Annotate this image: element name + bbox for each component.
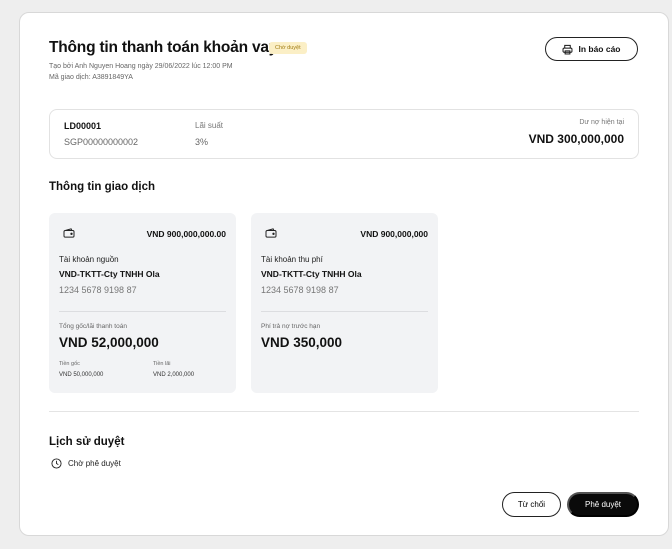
interest-amount-value: VND 2,000,000 [153, 372, 195, 378]
status-badge: Chờ duyệt [269, 42, 307, 54]
payment-details-card: Thông tin thanh toán khoản vay Chờ duyệt… [19, 12, 669, 536]
transaction-id-text: Mã giao dịch: A3891849YA [49, 74, 133, 81]
approve-button[interactable]: Phê duyệt [567, 492, 639, 517]
reject-button[interactable]: Từ chối [502, 492, 561, 517]
wallet-icon [265, 228, 277, 238]
approval-status-label: Chờ phê duyệt [68, 459, 121, 468]
source-account-number: 1234 5678 9198 87 [59, 285, 137, 295]
source-amount: VND 900,000,000.00 [146, 229, 226, 239]
source-account-label: Tài khoản nguồn [59, 255, 119, 264]
total-label: Tổng gốc/lãi thanh toán [59, 323, 127, 330]
printer-icon [563, 44, 573, 54]
history-section-title: Lịch sử duyệt [49, 436, 125, 448]
early-fee-label: Phí trả nợ trước hạn [261, 323, 321, 330]
fee-amount: VND 900,000,000 [360, 229, 428, 239]
fee-account-number: 1234 5678 9198 87 [261, 285, 339, 295]
loan-account: SGP00000000002 [64, 137, 139, 147]
interest-label: Lãi suất [195, 121, 224, 130]
principal-value: VND 50,000,000 [59, 372, 104, 378]
page-title: Thông tin thanh toán khoản vay [49, 39, 278, 56]
interest-amount-label: Tiền lãi [153, 361, 171, 367]
fee-account-label: Tài khoản thu phí [261, 255, 323, 264]
wallet-icon [63, 228, 75, 238]
principal-label: Tiền gốc [59, 361, 80, 367]
source-account-name: VND-TKTT-Cty TNHH Ola [59, 269, 160, 279]
fee-account-name: VND-TKTT-Cty TNHH Ola [261, 269, 362, 279]
early-fee-value: VND 350,000 [261, 335, 343, 350]
clock-icon [51, 458, 62, 469]
print-report-label: In báo cáo [578, 44, 621, 54]
loan-code: LD00001 [64, 121, 102, 131]
balance-label: Dư nợ hiện tại [579, 119, 624, 126]
created-by-text: Tạo bởi Anh Nguyen Hoang ngày 29/06/2022… [49, 63, 233, 70]
balance-value: VND 300,000,000 [528, 132, 624, 146]
loan-summary: LD00001 SGP00000000002 Lãi suất 3% Dư nợ… [49, 109, 639, 159]
section-divider [49, 411, 639, 412]
card-divider [261, 311, 428, 312]
card-divider [59, 311, 226, 312]
fee-account-card: VND 900,000,000 Tài khoản thu phí VND-TK… [251, 213, 438, 393]
approval-status: Chờ phê duyệt [51, 458, 121, 469]
interest-value: 3% [195, 137, 209, 147]
source-account-card: VND 900,000,000.00 Tài khoản nguồn VND-T… [49, 213, 236, 393]
print-report-button[interactable]: In báo cáo [545, 37, 638, 61]
total-value: VND 52,000,000 [59, 335, 159, 350]
transaction-section-title: Thông tin giao dịch [49, 181, 156, 193]
